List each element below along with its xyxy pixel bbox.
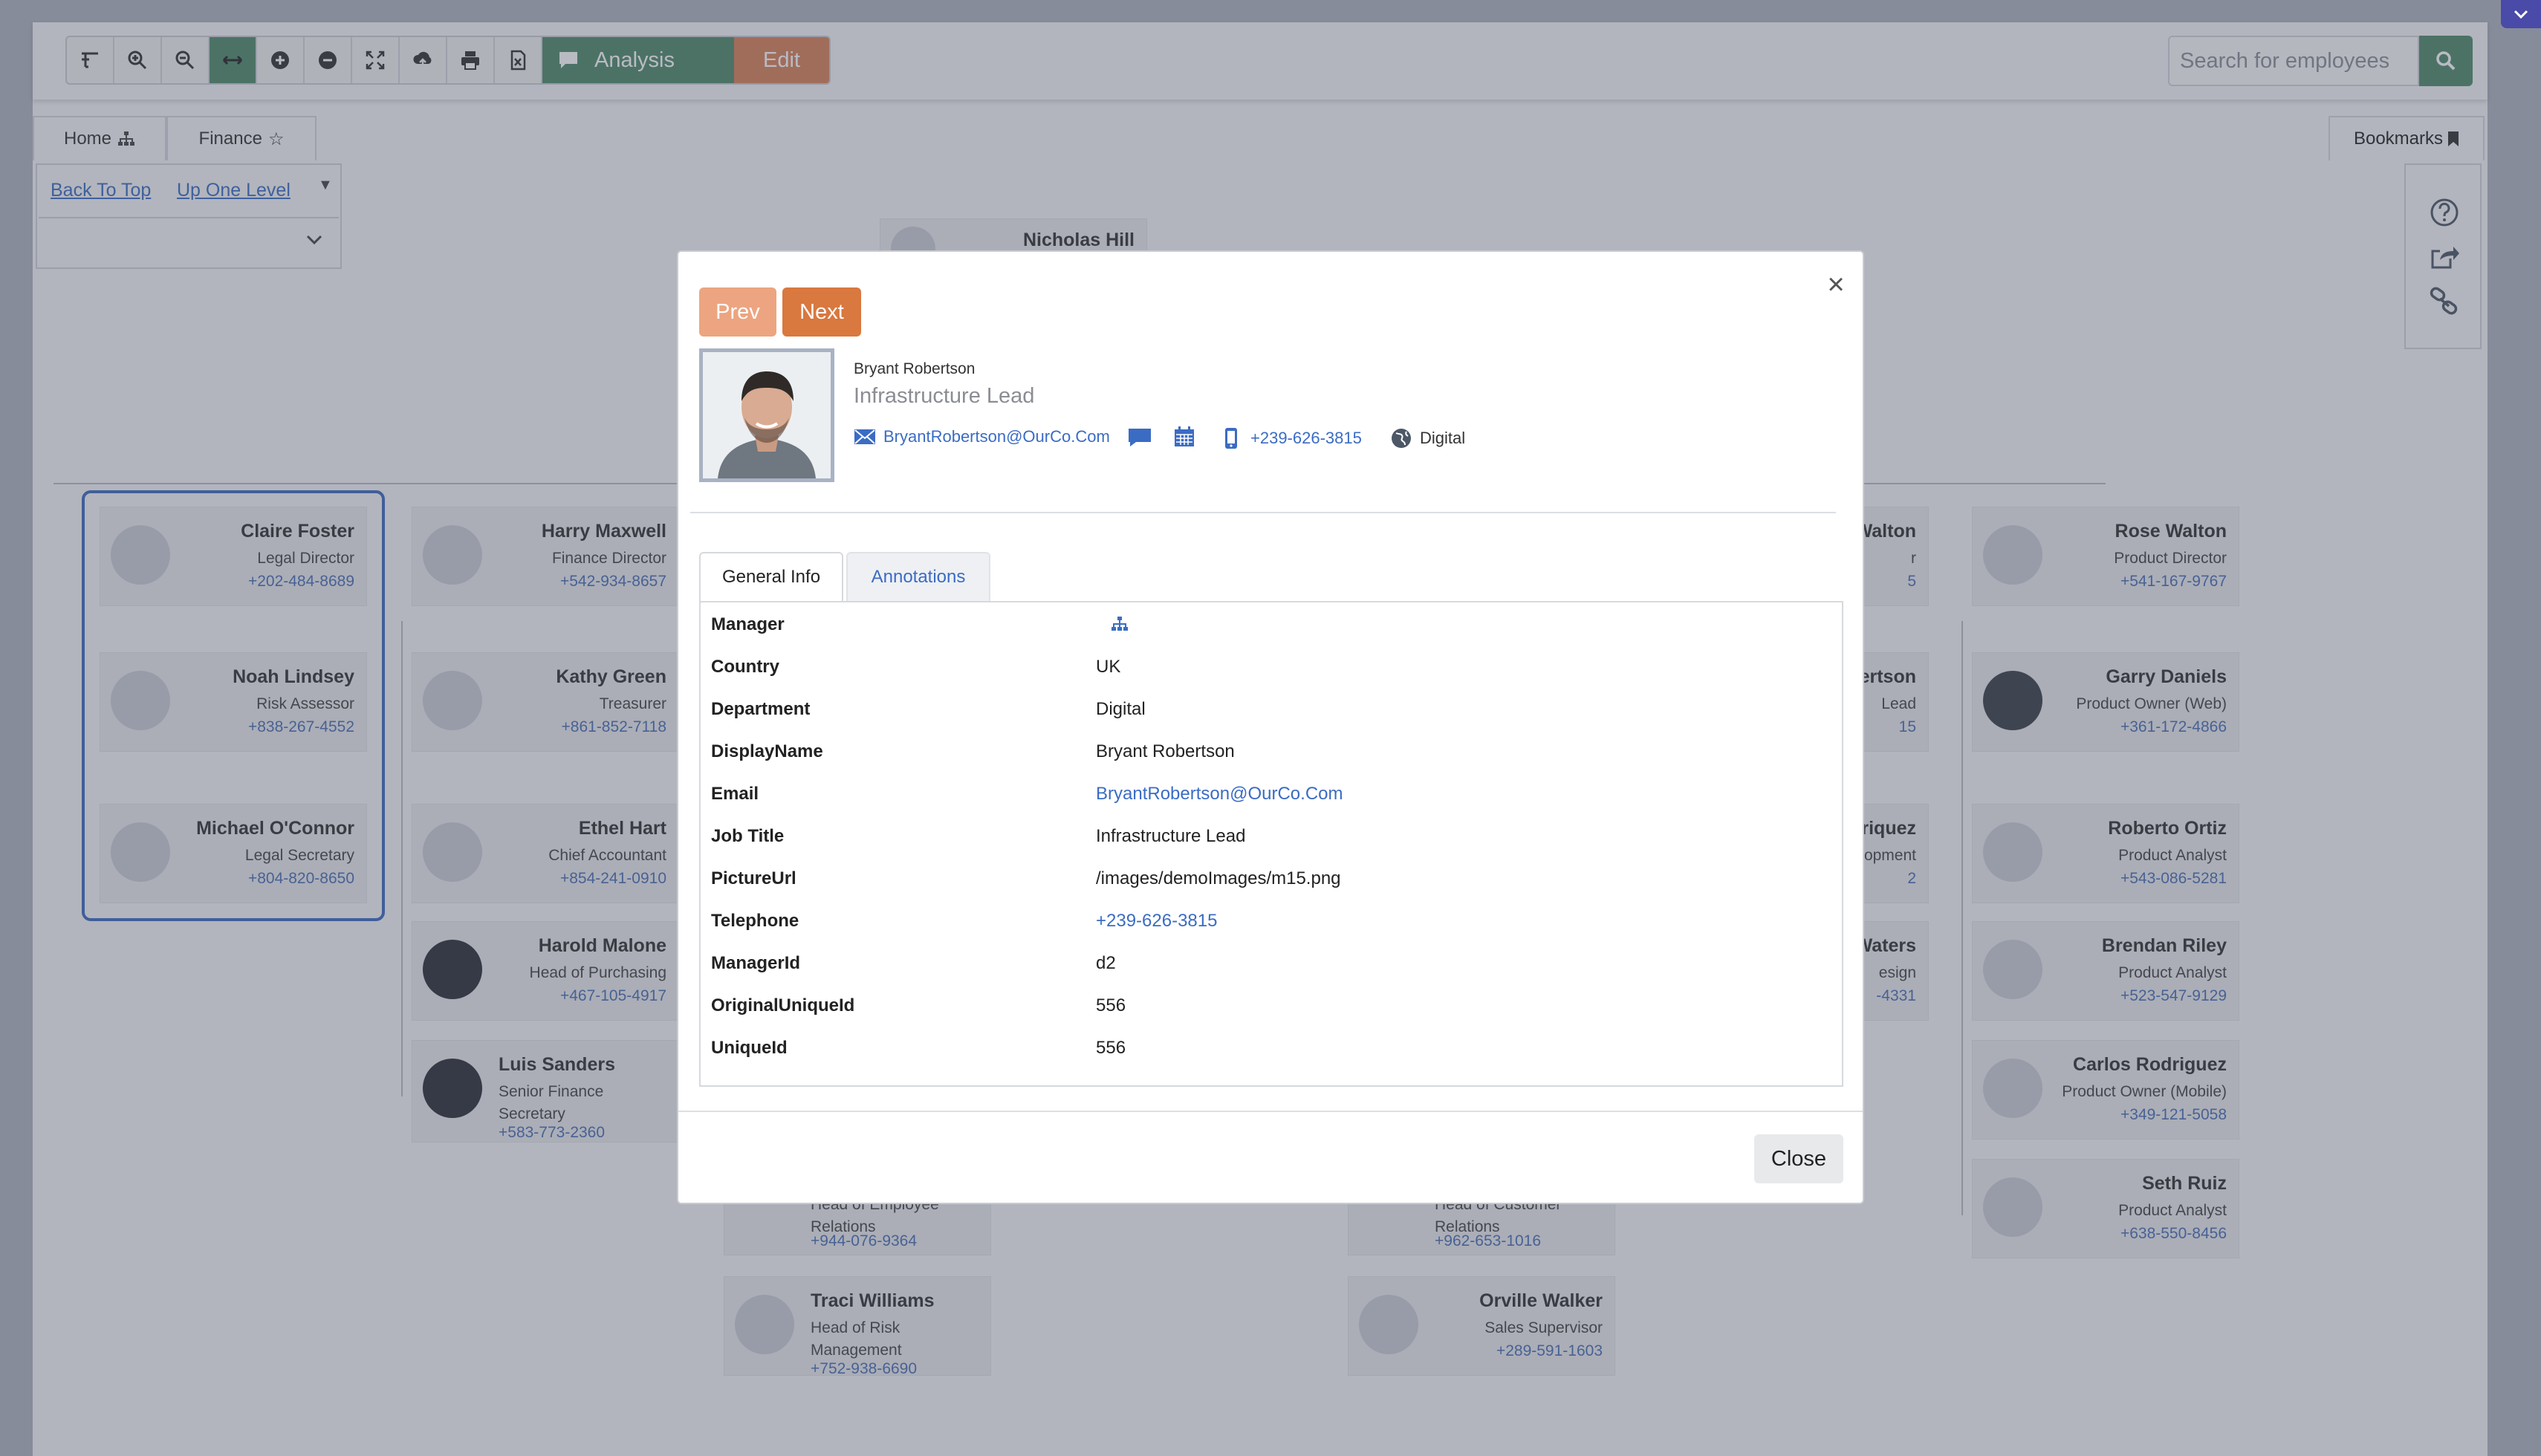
employee-photo	[699, 348, 834, 482]
field-key: PictureUrl	[711, 868, 796, 888]
divider	[678, 1111, 1863, 1112]
field-value: Bryant Robertson	[1096, 741, 1235, 761]
prev-button[interactable]: Prev	[699, 287, 776, 337]
department-label: Digital	[1420, 429, 1466, 447]
field-key: DisplayName	[711, 741, 823, 761]
field-row: Job Title Infrastructure Lead	[711, 826, 1826, 856]
field-key: OriginalUniqueId	[711, 995, 855, 1015]
field-row: Department Digital	[711, 699, 1826, 729]
field-key: Job Title	[711, 826, 785, 846]
field-value: Digital	[1096, 699, 1146, 719]
field-key: Telephone	[711, 911, 799, 931]
close-button[interactable]: Close	[1754, 1134, 1843, 1183]
field-key: Email	[711, 784, 759, 804]
general-info-panel: Manager Country UK Department Digital Disp…	[699, 601, 1843, 1087]
field-key: Manager	[711, 614, 785, 634]
chat-icon[interactable]	[1127, 427, 1152, 448]
email-contact[interactable]: BryantRobertson@OurCo.Com	[854, 427, 1110, 446]
field-row: Manager	[711, 614, 1826, 644]
field-key: UniqueId	[711, 1038, 788, 1058]
field-row: Email BryantRobertson@OurCo.Com	[711, 784, 1826, 813]
department-contact: Digital	[1390, 427, 1465, 449]
mail-icon	[854, 429, 875, 444]
divider	[690, 512, 1836, 513]
corner-chevron-icon[interactable]	[2501, 0, 2541, 28]
phone-link[interactable]: +239-626-3815	[1250, 429, 1362, 448]
field-value: d2	[1096, 953, 1116, 973]
tab-general-info[interactable]: General Info	[699, 552, 843, 601]
employee-detail-modal: Prev Next × Bryant Robertson Infrastruct…	[677, 250, 1864, 1204]
field-key: Department	[711, 699, 811, 719]
globe-icon	[1392, 429, 1411, 448]
field-value: 556	[1096, 1038, 1126, 1058]
phone-contact[interactable]: +239-626-3815	[1224, 427, 1362, 449]
field-value-phone[interactable]: +239-626-3815	[1096, 911, 1217, 932]
next-button[interactable]: Next	[782, 287, 861, 337]
field-key: ManagerId	[711, 953, 801, 973]
field-value: 556	[1096, 995, 1126, 1015]
email-link[interactable]: BryantRobertson@OurCo.Com	[883, 427, 1110, 446]
mobile-icon	[1225, 428, 1237, 449]
field-row: UniqueId 556	[711, 1038, 1826, 1067]
tab-annotations[interactable]: Annotations	[846, 552, 990, 601]
field-value: /images/demoImages/m15.png	[1096, 868, 1341, 888]
org-chart-icon[interactable]	[1111, 616, 1129, 632]
field-value: Infrastructure Lead	[1096, 826, 1246, 846]
field-row: Country UK	[711, 657, 1826, 686]
employee-name: Bryant Robertson	[854, 360, 976, 377]
field-key: Country	[711, 657, 779, 677]
calendar-icon[interactable]	[1173, 426, 1195, 448]
field-row: OriginalUniqueId 556	[711, 995, 1826, 1025]
field-row: PictureUrl/images/demoImages/m15.png	[711, 868, 1826, 898]
employee-title: Infrastructure Lead	[854, 384, 1035, 408]
field-value-email[interactable]: BryantRobertson@OurCo.Com	[1096, 784, 1343, 805]
field-row: Telephone +239-626-3815	[711, 911, 1826, 940]
close-icon[interactable]: ×	[1820, 268, 1852, 301]
field-value: UK	[1096, 657, 1121, 677]
field-row: ManagerId d2	[711, 953, 1826, 983]
field-row: DisplayName Bryant Robertson	[711, 741, 1826, 771]
